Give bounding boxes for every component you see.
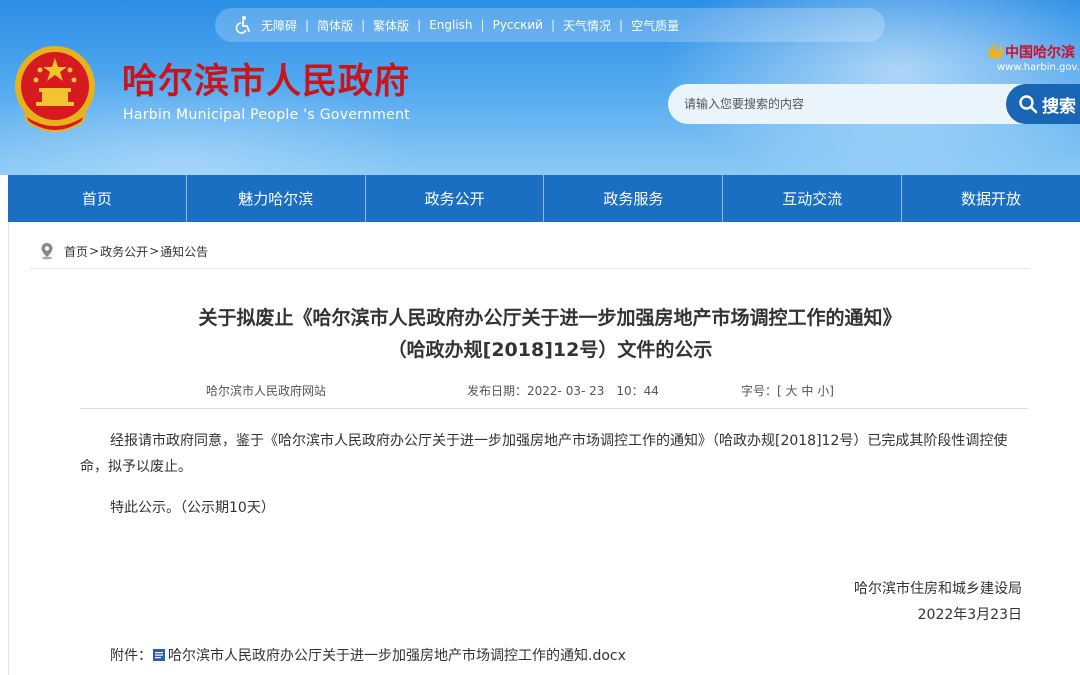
attachment-link[interactable]: 哈尔滨市人民政府办公厅关于进一步加强房地产市场调控工作的通知.docx [168, 645, 626, 665]
topbar-separator: | [417, 18, 422, 32]
accessibility-icon[interactable] [233, 15, 253, 35]
nav-item-government-services[interactable]: 政务服务 [544, 175, 724, 222]
site-header: 无障碍 | 简体版 | 繁体版 | English | Русский | 天气… [0, 0, 1080, 175]
nav-item-open-data[interactable]: 数据开放 [902, 175, 1080, 222]
site-title[interactable]: 哈尔滨市人民政府 [122, 62, 410, 102]
weather-link[interactable]: 天气情况 [563, 17, 611, 34]
nav-item-home[interactable]: 首页 [8, 175, 187, 222]
breadcrumb-separator: > [89, 244, 100, 258]
simplified-chinese-link[interactable]: 简体版 [317, 17, 353, 34]
air-quality-link[interactable]: 空气质量 [631, 17, 679, 34]
nav-item-interaction[interactable]: 互动交流 [723, 175, 903, 222]
meta-divider [80, 408, 1028, 409]
breadcrumb-section[interactable]: 政务公开 [100, 243, 148, 260]
site-subtitle: Harbin Municipal People 's Government [123, 107, 411, 123]
topbar-separator: | [305, 18, 310, 32]
national-emblem-icon[interactable] [12, 44, 98, 134]
search-button-label: 搜索 [1042, 96, 1076, 117]
publish-date-label: 发布日期： [467, 384, 528, 398]
font-size-label: 字号：[ [741, 384, 782, 398]
topbar-separator: | [550, 18, 556, 32]
attachment: 附件： 哈尔滨市人民政府办公厅关于进一步加强房地产市场调控工作的通知.docx [110, 645, 626, 665]
article-title-line1: 关于拟废止《哈尔滨市人民政府办公厅关于进一步加强房地产市场调控工作的通知》 [198, 307, 902, 329]
traditional-chinese-link[interactable]: 繁体版 [373, 17, 409, 34]
font-size-close: ] [829, 384, 834, 398]
breadcrumb-home[interactable]: 首页 [64, 243, 88, 260]
search-input[interactable] [668, 84, 1038, 124]
font-size-switcher: 字号：[ 大 中 小] [741, 382, 834, 399]
nav-item-government-affairs-disclosure[interactable]: 政务公开 [366, 175, 545, 222]
breadcrumb-current[interactable]: 通知公告 [160, 243, 208, 260]
nav-item-charm-harbin[interactable]: 魅力哈尔滨 [187, 175, 366, 222]
font-size-small-button[interactable]: 小 [817, 384, 829, 398]
topbar-separator: | [480, 18, 485, 32]
main-nav: 首页 魅力哈尔滨 政务公开 政务服务 互动交流 数据开放 [8, 175, 1080, 222]
brand-text: 中国哈尔滨 [1005, 45, 1075, 61]
city-brand[interactable]: 中国哈尔滨 www.harbin.gov.cn [985, 40, 1080, 76]
accessibility-link[interactable]: 无障碍 [261, 17, 297, 34]
english-link[interactable]: English [429, 18, 472, 32]
location-icon [41, 243, 53, 260]
article-paragraph-1: 经报请市政府同意，鉴于《哈尔滨市人民政府办公厅关于进一步加强房地产市场调控工作的… [80, 433, 1008, 475]
font-size-large-button[interactable]: 大 [786, 384, 798, 398]
font-size-medium-button[interactable]: 中 [801, 384, 813, 398]
brand-url: www.harbin.gov.cn [997, 62, 1080, 73]
breadcrumb: 首页 > 政务公开 > 通知公告 [38, 242, 208, 260]
topbar-separator: | [361, 18, 366, 32]
signature-date: 2022年3月23日 [917, 607, 1022, 623]
article-title: 关于拟废止《哈尔滨市人民政府办公厅关于进一步加强房地产市场调控工作的通知》 （哈… [60, 302, 1040, 366]
article-source: 哈尔滨市人民政府网站 [206, 384, 327, 398]
article-publish-date: 发布日期：2022- 03- 23 10：44 [467, 382, 659, 399]
search-icon [1019, 95, 1038, 114]
attachment-label: 附件： [110, 648, 152, 664]
search-box: 搜索 [668, 84, 1080, 124]
publish-date-value: 2022- 03- 23 10：44 [527, 384, 659, 398]
word-document-icon [153, 649, 165, 661]
article-paragraph-2: 特此公示。（公示期10天） [110, 500, 275, 516]
harbin-logo-icon [988, 43, 1003, 58]
search-button[interactable]: 搜索 [1006, 84, 1080, 124]
russian-link[interactable]: Русский [493, 18, 543, 32]
signature-organization: 哈尔滨市住房和城乡建设局 [854, 581, 1022, 597]
article-title-line2: （哈政办规[2018]12号）文件的公示 [387, 339, 713, 361]
breadcrumb-divider [30, 268, 1030, 269]
top-utility-bar: 无障碍 | 简体版 | 繁体版 | English | Русский | 天气… [215, 8, 885, 42]
breadcrumb-separator: > [149, 244, 160, 258]
topbar-separator: | [619, 18, 624, 32]
